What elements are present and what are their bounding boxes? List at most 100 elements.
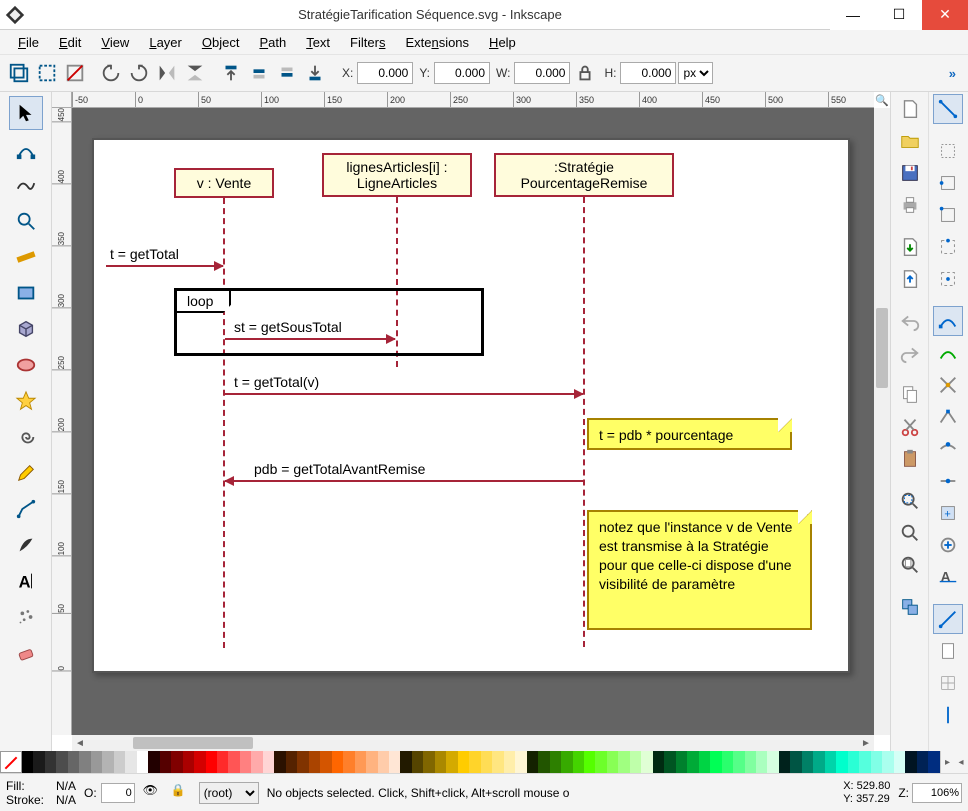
color-swatch[interactable] [584,751,595,773]
menu-text[interactable]: Text [298,33,338,52]
color-swatch[interactable] [653,751,664,773]
snap-bbox-corner-icon[interactable] [933,200,963,230]
layer-lock-icon[interactable]: 🔒 [171,783,191,803]
flip-h-icon[interactable] [154,60,180,86]
lower-bottom-icon[interactable] [302,60,328,86]
scroll-right-icon[interactable]: ► [858,735,874,751]
arrow-getsoustotal[interactable] [225,338,395,340]
arrow-gettotalv[interactable] [225,393,583,395]
color-swatch[interactable] [446,751,457,773]
snap-others-icon[interactable] [933,604,963,634]
color-swatch[interactable] [194,751,205,773]
color-swatch[interactable] [882,751,893,773]
color-swatch[interactable] [423,751,434,773]
color-swatch[interactable] [664,751,675,773]
fill-stroke-indicator[interactable]: Fill:N/A Stroke:N/A [6,779,76,807]
lifeline-lignearticles[interactable]: lignesArticles[i] : LigneArticles [322,153,472,197]
color-swatch[interactable] [148,751,159,773]
color-swatch[interactable] [481,751,492,773]
menu-help[interactable]: Help [481,33,524,52]
palette-menu-icon[interactable]: ◂ [954,751,968,773]
color-swatch[interactable] [928,751,939,773]
color-swatch[interactable] [378,751,389,773]
color-swatch[interactable] [389,751,400,773]
color-swatch[interactable] [400,751,411,773]
lock-aspect-icon[interactable] [572,60,598,86]
color-swatch[interactable] [779,751,790,773]
color-swatch[interactable] [676,751,687,773]
color-swatch[interactable] [756,751,767,773]
menu-view[interactable]: View [93,33,137,52]
scrollbar-vertical[interactable] [874,108,890,735]
snap-enable-icon[interactable] [933,94,963,124]
color-swatch[interactable] [641,751,652,773]
select-all-icon[interactable] [34,60,60,86]
eraser-tool-icon[interactable] [9,636,43,670]
paste-icon[interactable] [895,444,925,474]
color-swatch[interactable] [595,751,606,773]
color-swatch[interactable] [802,751,813,773]
ruler-vertical[interactable]: 450400350300250200150100500 [52,108,72,735]
color-swatch[interactable] [790,751,801,773]
deselect-icon[interactable] [62,60,88,86]
color-swatch[interactable] [332,751,343,773]
color-swatch[interactable] [905,751,916,773]
toolbar-overflow-icon[interactable]: » [943,66,962,81]
color-swatch[interactable] [263,751,274,773]
raise-top-icon[interactable] [218,60,244,86]
color-swatch[interactable] [240,751,251,773]
color-swatch[interactable] [687,751,698,773]
import-icon[interactable] [895,232,925,262]
rotate-ccw-icon[interactable] [98,60,124,86]
color-swatch[interactable] [320,751,331,773]
pencil-tool-icon[interactable] [9,456,43,490]
color-swatch[interactable] [699,751,710,773]
arrow-gettotalavantremise[interactable] [225,480,583,482]
star-tool-icon[interactable] [9,384,43,418]
save-icon[interactable] [895,158,925,188]
color-swatch[interactable] [102,751,113,773]
color-swatch[interactable] [228,751,239,773]
color-swatch[interactable] [859,751,870,773]
snap-midpoint-icon[interactable] [933,466,963,496]
selector-tool-icon[interactable] [9,96,43,130]
snap-rotation-center-icon[interactable] [933,530,963,560]
y-input[interactable] [434,62,490,84]
layer-visibility-icon[interactable]: 👁 [143,783,163,803]
color-swatch[interactable] [435,751,446,773]
color-swatch[interactable] [458,751,469,773]
node-tool-icon[interactable] [9,132,43,166]
snap-intersection-icon[interactable] [933,370,963,400]
color-swatch[interactable] [206,751,217,773]
menu-edit[interactable]: Edit [51,33,89,52]
zoom-page-icon[interactable] [895,550,925,580]
color-swatch[interactable] [550,751,561,773]
spiral-tool-icon[interactable] [9,420,43,454]
scroll-left-icon[interactable]: ◄ [72,735,88,751]
color-swatch[interactable] [527,751,538,773]
menu-object[interactable]: Object [194,33,248,52]
color-swatch[interactable] [871,751,882,773]
color-swatch[interactable] [33,751,44,773]
color-swatch[interactable] [767,751,778,773]
flip-v-icon[interactable] [182,60,208,86]
color-swatch[interactable] [343,751,354,773]
select-all-layers-icon[interactable] [6,60,32,86]
snap-grid-icon[interactable] [933,668,963,698]
zoom-selection-icon[interactable] [895,486,925,516]
color-swatch[interactable] [573,751,584,773]
close-button[interactable]: ✕ [922,0,968,30]
note-formula[interactable]: t = pdb * pourcentage [587,418,792,450]
color-swatch[interactable] [22,751,33,773]
color-swatch[interactable] [125,751,136,773]
copy-icon[interactable] [895,380,925,410]
duplicate-icon[interactable] [895,592,925,622]
menu-file[interactable]: File [10,33,47,52]
color-swatch[interactable] [56,751,67,773]
text-tool-icon[interactable]: A [9,564,43,598]
color-swatch[interactable] [618,751,629,773]
color-swatch[interactable] [917,751,928,773]
color-swatch[interactable] [710,751,721,773]
color-swatch[interactable] [894,751,905,773]
lower-icon[interactable] [274,60,300,86]
